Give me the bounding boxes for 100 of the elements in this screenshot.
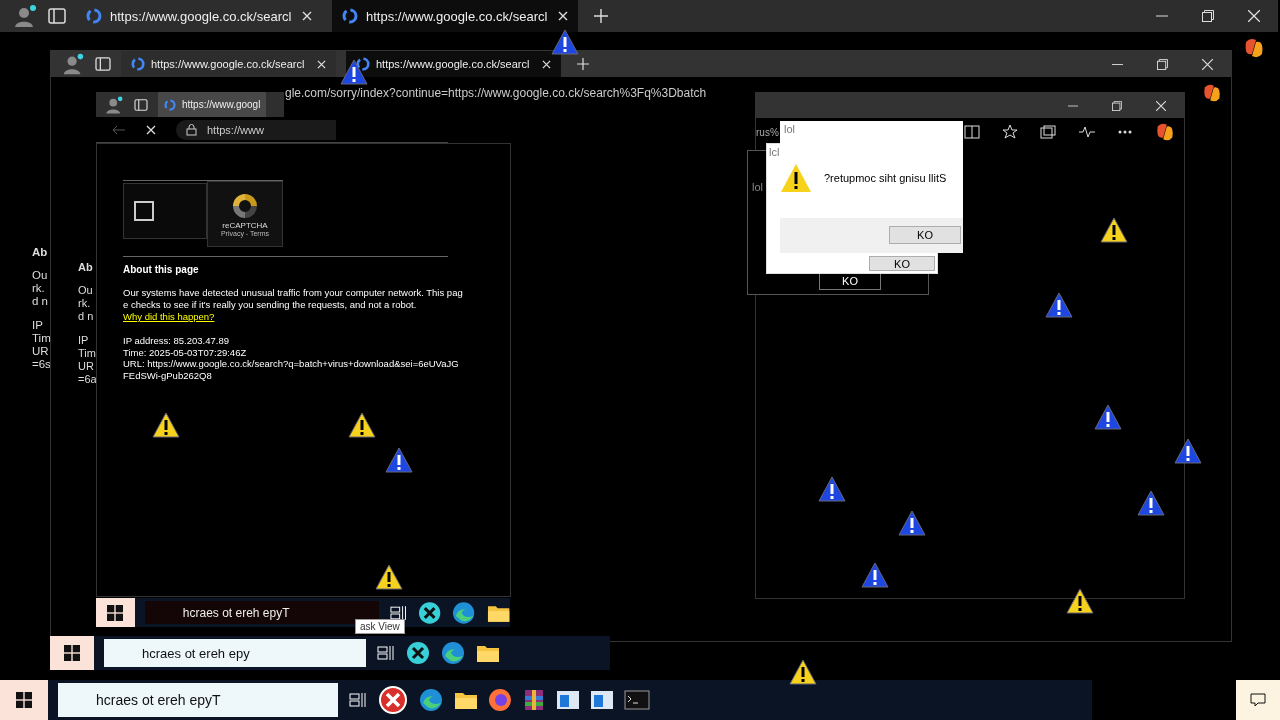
favicon-icon — [356, 57, 370, 71]
close-circle-icon — [418, 600, 442, 625]
back-icon[interactable] — [112, 124, 126, 135]
dialog-title: lcl — [768, 145, 781, 160]
edge-icon[interactable] — [440, 640, 466, 666]
restore-icon[interactable] — [1157, 58, 1168, 70]
text-fragment: d n — [32, 295, 49, 308]
copilot-icon[interactable] — [1201, 82, 1223, 104]
window-app-icon[interactable] — [590, 690, 614, 710]
favorites-icon[interactable] — [1002, 124, 1018, 140]
text-fragment: UR — [78, 360, 95, 373]
new-tab-icon[interactable] — [594, 9, 608, 23]
close-icon[interactable] — [302, 11, 312, 21]
start-button[interactable] — [96, 598, 135, 627]
profile-icon[interactable] — [104, 94, 124, 115]
text-fragment: rk. — [78, 297, 92, 310]
address-text[interactable]: rus% — [756, 126, 779, 138]
search-field[interactable]: hcraes ot ereh epyT — [144, 601, 379, 624]
text-fragment: Ab — [78, 261, 94, 274]
restore-icon[interactable] — [1112, 100, 1122, 111]
text-fragment: UR — [32, 345, 50, 358]
lock-icon — [186, 123, 197, 136]
detail-line: URL: https://www.google.co.ck/search?q=batch+virus+download&sei=6eUVaJGFEdSWi-gPub262Q8 — [123, 358, 460, 381]
detail-line: Time: 2025-05-03T07:29:46Z — [123, 346, 248, 358]
ok-button[interactable]: KO — [869, 256, 935, 271]
start-button[interactable] — [50, 636, 94, 670]
notification-button[interactable] — [1236, 680, 1280, 720]
search-field[interactable]: hcraes ot ereh epyT — [58, 683, 338, 717]
stop-icon[interactable] — [146, 124, 156, 135]
start-button[interactable] — [0, 680, 48, 720]
text-fragment: Ou — [32, 269, 49, 282]
profile-icon[interactable] — [61, 52, 85, 76]
address-text[interactable]: gle.com/sorry/index?continue=https://www.google.co.ck/search%3Fq%3Dbatch — [285, 86, 707, 100]
text-fragment: d n — [78, 310, 95, 323]
close-icon[interactable] — [1202, 58, 1213, 70]
edge-icon[interactable] — [418, 687, 444, 713]
tab-actions-icon[interactable] — [134, 98, 148, 111]
alert-triangle-icon — [1174, 438, 1202, 464]
section-heading: About this page — [123, 264, 200, 275]
folder-icon[interactable] — [454, 690, 478, 710]
text-fragment: Ou — [78, 284, 94, 297]
browser-tab[interactable]: https://www.google.co.ck/searcl — [121, 51, 336, 77]
edge-icon[interactable] — [451, 599, 477, 626]
profile-icon[interactable] — [12, 3, 38, 29]
why-link[interactable]: Why did this happen? — [123, 311, 215, 322]
favicon-icon — [164, 98, 176, 111]
warning-icon — [348, 412, 376, 438]
alert-triangle-icon — [385, 447, 413, 473]
text-fragment: Tim — [32, 332, 51, 345]
alert-triangle-icon — [861, 562, 889, 588]
text-fragment: =6a — [78, 373, 97, 386]
alert-triangle-icon — [340, 59, 368, 85]
split-screen-icon[interactable] — [964, 125, 980, 139]
text-fragment: IP — [78, 334, 90, 347]
tab-actions-icon[interactable] — [48, 8, 66, 24]
tooltip: ask View — [355, 619, 405, 634]
windows-logo-icon — [107, 604, 124, 621]
browser-tab[interactable]: https://www.googl — [158, 92, 267, 117]
new-tab-icon[interactable] — [577, 58, 589, 70]
text-fragment: =6s — [32, 358, 51, 371]
terminal-icon[interactable] — [624, 690, 650, 710]
close-circle-icon — [406, 641, 430, 665]
browser-tab[interactable]: https://www.google.co.ck/searcl — [332, 0, 578, 32]
ok-button[interactable]: KO — [889, 225, 961, 244]
copilot-icon[interactable] — [1154, 121, 1176, 143]
recaptcha-logo-icon — [230, 191, 260, 221]
warning-icon — [780, 162, 812, 193]
search-field[interactable]: hcraes ot ereh epy — [104, 639, 366, 667]
text-fragment: Tim — [78, 347, 97, 360]
more-icon[interactable] — [1118, 130, 1132, 134]
error-icon — [378, 685, 408, 715]
address-bar[interactable]: https://www — [176, 119, 336, 140]
captcha-checkbox[interactable] — [134, 201, 154, 221]
folder-icon[interactable] — [476, 643, 500, 663]
text-fragment: IP — [32, 319, 44, 332]
text-fragment: rk. — [32, 282, 46, 295]
tab-actions-icon[interactable] — [95, 57, 111, 71]
heartbeat-icon[interactable] — [1078, 125, 1096, 139]
explanation-paragraph: Our systems have detected unusual traffic from your computer network. This page checks to see if it's really you sending the requests, and not a robot. Why did this happen? — [123, 287, 463, 323]
window-app-icon[interactable] — [556, 690, 580, 710]
close-icon[interactable] — [542, 59, 551, 69]
alert-triangle-icon — [1137, 490, 1165, 516]
close-icon[interactable] — [1156, 100, 1166, 111]
restore-icon[interactable] — [1202, 10, 1214, 22]
alert-triangle-icon — [551, 29, 579, 55]
close-icon[interactable] — [317, 59, 326, 69]
close-icon[interactable] — [1248, 10, 1260, 22]
warning-icon — [375, 564, 403, 590]
browser-tab[interactable]: https://www.google.co.ck/searcl — [346, 51, 561, 77]
chat-bubble-icon — [1250, 693, 1266, 707]
task-view-icon[interactable] — [348, 691, 368, 709]
close-icon[interactable] — [558, 11, 568, 21]
archive-icon[interactable] — [522, 688, 546, 712]
dialog-message: ?retupmoc siht gnisu llitS — [824, 171, 947, 184]
firefox-icon[interactable] — [488, 688, 512, 712]
favicon-icon — [86, 8, 102, 24]
collections-icon[interactable] — [1040, 125, 1056, 139]
task-view-icon[interactable] — [376, 644, 396, 662]
task-view-icon[interactable] — [388, 603, 409, 622]
alert-triangle-icon — [898, 510, 926, 536]
